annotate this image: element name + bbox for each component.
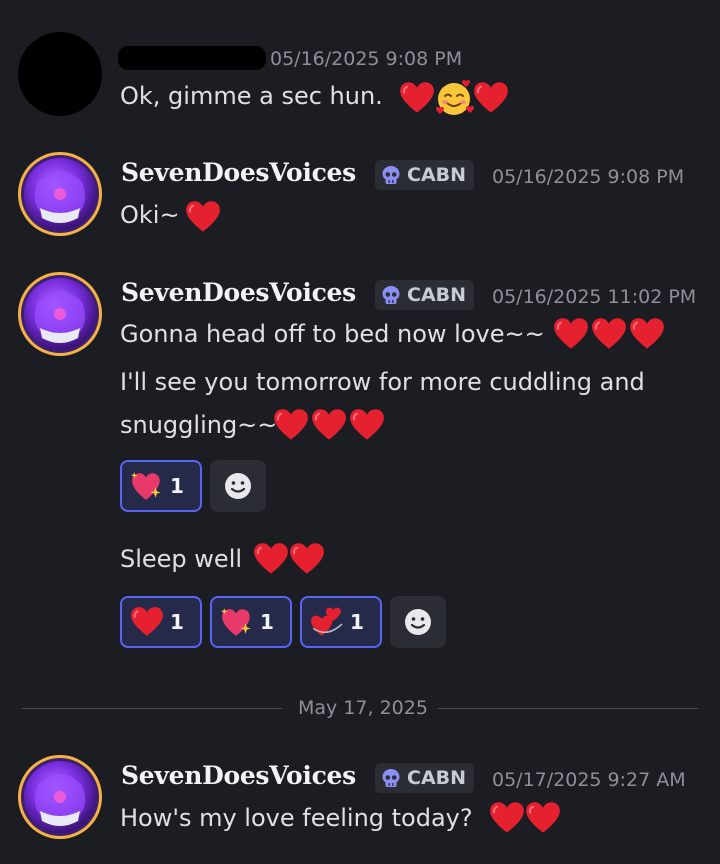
- red-heart-icon: [488, 800, 526, 836]
- server-tag[interactable]: CABN: [375, 763, 475, 793]
- reaction-revolving-hearts[interactable]: 1: [300, 596, 382, 648]
- avatar[interactable]: [18, 32, 102, 116]
- username[interactable]: SevenDoesVoices: [121, 761, 356, 790]
- reaction-count: 1: [170, 474, 184, 498]
- add-reaction-smiley-icon: [222, 470, 254, 502]
- message-line: snuggling~~: [120, 411, 277, 439]
- message-emojis: [252, 541, 332, 581]
- skull-icon: [381, 768, 401, 788]
- message-text-content: snuggling~~: [120, 411, 278, 439]
- reaction-count: 1: [170, 610, 184, 634]
- sparkling-heart-icon: [130, 469, 164, 503]
- avatar[interactable]: [18, 272, 102, 356]
- message-text: Ok, gimme a sec hun.: [120, 82, 383, 110]
- add-reaction-button[interactable]: [390, 596, 446, 648]
- red-heart-icon: [252, 541, 290, 577]
- message-line: Gonna head off to bed now love~~: [120, 320, 545, 348]
- add-reaction-smiley-icon: [402, 606, 434, 638]
- red-heart-icon: [288, 541, 326, 577]
- date-divider-line: [438, 708, 698, 709]
- message-text: Sleep well: [120, 545, 242, 573]
- message-text: Oki~: [120, 201, 180, 229]
- server-tag-label: CABN: [407, 767, 467, 789]
- message-text-content: How's my love feeling today?: [120, 804, 473, 832]
- avatar-art-icon: [34, 291, 86, 343]
- sparkling-heart-icon: [220, 605, 254, 639]
- red-heart-icon: [552, 316, 590, 352]
- avatar[interactable]: [18, 755, 102, 839]
- reaction-count: 1: [260, 610, 274, 634]
- server-tag-label: CABN: [407, 284, 467, 306]
- message-timestamp: 05/16/2025 11:02 PM: [492, 286, 697, 308]
- skull-icon: [381, 165, 401, 185]
- server-tag[interactable]: CABN: [375, 280, 475, 310]
- message-timestamp: 05/17/2025 9:27 AM: [492, 769, 686, 791]
- red-heart-icon: [272, 407, 310, 443]
- avatar[interactable]: [18, 152, 102, 236]
- message-emojis: [552, 316, 672, 356]
- message-emojis: [398, 78, 518, 118]
- red-heart-icon: [348, 407, 386, 443]
- redacted-username: [118, 46, 266, 70]
- username[interactable]: SevenDoesVoices: [121, 278, 356, 307]
- message-line: I'll see you tomorrow for more cuddling …: [120, 368, 645, 396]
- red-heart-icon: [628, 316, 666, 352]
- reaction-sparkling-heart[interactable]: 1: [210, 596, 292, 648]
- skull-icon: [381, 285, 401, 305]
- message-emojis: [488, 800, 568, 840]
- red-heart-icon: [524, 800, 562, 836]
- message-timestamp: 05/16/2025 9:08 PM: [270, 48, 463, 70]
- message-emojis: [272, 407, 392, 447]
- red-heart-icon: [472, 80, 510, 116]
- message-text-content: Sleep well: [120, 545, 243, 573]
- red-heart-icon: [184, 199, 222, 235]
- message-text-content: Oki~: [120, 201, 180, 229]
- red-heart-icon: [398, 80, 436, 116]
- message-timestamp: 05/16/2025 9:08 PM: [492, 166, 685, 188]
- date-divider-label: May 17, 2025: [298, 697, 428, 719]
- username[interactable]: SevenDoesVoices: [121, 158, 356, 187]
- red-heart-icon: [310, 407, 348, 443]
- smiling-face-with-hearts-icon: [434, 78, 474, 118]
- revolving-hearts-icon: [310, 605, 344, 639]
- message-text: How's my love feeling today?: [120, 804, 473, 832]
- server-tag[interactable]: CABN: [375, 160, 475, 190]
- red-heart-icon: [130, 605, 164, 639]
- server-tag-label: CABN: [407, 164, 467, 186]
- avatar-art-icon: [34, 774, 86, 826]
- date-divider-line: [22, 708, 282, 709]
- reaction-sparkling-heart[interactable]: 1: [120, 460, 202, 512]
- message-text-content: Ok, gimme a sec hun.: [120, 82, 383, 110]
- red-heart-icon: [590, 316, 628, 352]
- add-reaction-button[interactable]: [210, 460, 266, 512]
- message-text-content: Gonna head off to bed now love~~: [120, 320, 545, 348]
- avatar-art-icon: [34, 171, 86, 223]
- reaction-count: 1: [350, 610, 364, 634]
- reaction-red-heart[interactable]: 1: [120, 596, 202, 648]
